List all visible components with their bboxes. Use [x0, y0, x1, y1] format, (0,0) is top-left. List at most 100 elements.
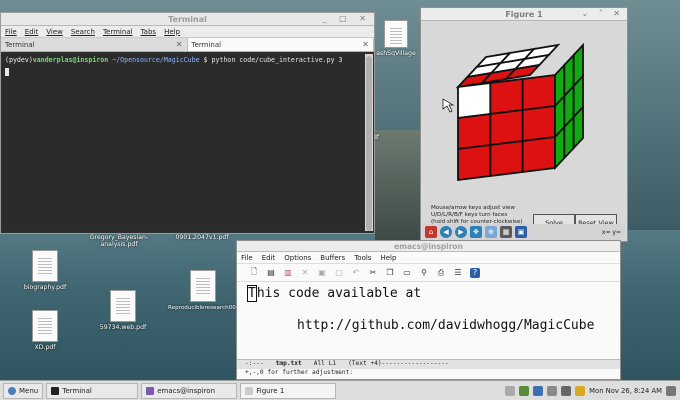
- help-icon[interactable]: ?: [470, 267, 480, 278]
- copy-icon[interactable]: ❐: [385, 268, 395, 278]
- close-buffer-icon[interactable]: ✕: [300, 268, 310, 278]
- scrollbar-thumb[interactable]: [366, 56, 372, 231]
- terminal-scrollbar[interactable]: [365, 54, 373, 231]
- save-as-icon[interactable]: ▢: [334, 268, 344, 278]
- paste-icon[interactable]: ▭: [402, 268, 412, 278]
- figure-canvas[interactable]: Mouse/arrow keys adjust view U/D/L/R/B/F…: [423, 23, 625, 235]
- figure-window[interactable]: Figure 1 ⌄ ˄ ✕ Mouse/arrow keys adjust v…: [420, 7, 628, 242]
- buffer-line-1: This code available at: [247, 285, 422, 302]
- workspace-icon[interactable]: [505, 385, 516, 396]
- window-title: Terminal: [168, 15, 207, 24]
- desktop-icon-gregory[interactable]: Gregory_Bayesian-analysis.pdf: [90, 234, 148, 248]
- menu-edit[interactable]: Edit: [262, 254, 276, 262]
- new-file-icon[interactable]: 🗋: [249, 267, 259, 278]
- mouse-cursor-icon: [442, 98, 455, 113]
- zoom-icon[interactable]: ⊕: [485, 226, 497, 238]
- cube-front-sticker: [489, 77, 524, 116]
- terminal-tabs: Terminal ✕ Terminal ✕: [1, 38, 374, 52]
- buffer-line-1-rest: his code available at: [256, 286, 422, 301]
- network-icon[interactable]: [533, 385, 544, 396]
- desktop-icon-village[interactable]: ashSqVillage: [372, 20, 420, 57]
- back-arrow-icon[interactable]: ◀: [440, 226, 452, 238]
- preferences-icon[interactable]: ☰: [453, 268, 463, 278]
- terminal-screen[interactable]: (pydev)vanderplas@inspiron ~/Opensource/…: [3, 54, 364, 231]
- open-directory-icon[interactable]: ▥: [283, 268, 293, 278]
- menu-help[interactable]: Help: [380, 254, 396, 262]
- menu-file[interactable]: File: [5, 28, 17, 36]
- terminal-cursor: [5, 68, 9, 76]
- update-icon[interactable]: [575, 385, 586, 396]
- undo-icon[interactable]: ↶: [351, 268, 361, 278]
- cut-icon[interactable]: ✂: [368, 268, 378, 278]
- menu-file[interactable]: File: [241, 254, 253, 262]
- emacs-minibuffer[interactable]: +,-,0 for further adjustment:: [237, 369, 620, 379]
- cursor-coordinates: x= y=: [601, 229, 621, 236]
- menu-help[interactable]: Help: [164, 28, 180, 36]
- desktop-icon-biography[interactable]: biography.pdf: [18, 250, 72, 291]
- tab-terminal-1[interactable]: Terminal ✕: [1, 38, 187, 51]
- menu-view[interactable]: View: [46, 28, 63, 36]
- menu-terminal[interactable]: Terminal: [103, 28, 133, 36]
- tab-terminal-2[interactable]: Terminal ✕: [186, 38, 374, 51]
- emacs-buffer[interactable]: This code available at http://github.com…: [241, 283, 616, 359]
- emacs-window[interactable]: emacs@inspiron File Edit Options Buffers…: [236, 240, 621, 380]
- shutdown-icon[interactable]: [666, 385, 676, 396]
- cube-front-sticker: [457, 81, 492, 120]
- menu-tabs[interactable]: Tabs: [141, 28, 157, 36]
- print-icon[interactable]: ⎙: [436, 268, 446, 278]
- task-terminal[interactable]: Terminal: [46, 382, 139, 399]
- figure-titlebar[interactable]: Figure 1 ⌄ ˄ ✕: [421, 8, 627, 21]
- pdf-file-icon: [32, 310, 58, 342]
- close-tab-icon[interactable]: ✕: [176, 40, 183, 49]
- desktop-icon-59734[interactable]: 59734.web.pdf: [96, 290, 150, 331]
- pan-icon[interactable]: ✥: [470, 226, 482, 238]
- buffer-line-2: http://github.com/davidwhogg/MagicCube: [297, 318, 595, 333]
- home-icon[interactable]: ⌂: [425, 226, 437, 238]
- menu-buffers[interactable]: Buffers: [320, 254, 345, 262]
- rubiks-cube-plot[interactable]: [423, 23, 625, 193]
- bluetooth-icon[interactable]: [547, 385, 558, 396]
- menu-tools[interactable]: Tools: [354, 254, 371, 262]
- close-tab-icon[interactable]: ✕: [362, 40, 369, 49]
- file-icon: [384, 20, 408, 48]
- configure-subplots-icon[interactable]: ▦: [500, 226, 512, 238]
- task-emacs[interactable]: emacs@inspiron: [141, 382, 238, 399]
- search-icon[interactable]: ⚲: [419, 268, 429, 278]
- desktop-icon-reproducible[interactable]: Reproducibleresearch00000001.pdf: [168, 270, 268, 311]
- menu-options[interactable]: Options: [284, 254, 311, 262]
- terminal-icon: [51, 386, 60, 395]
- desktop-icon-0901[interactable]: 0901.2047v1.pdf: [170, 234, 234, 241]
- desktop-icon-xd[interactable]: XD.pdf: [18, 310, 72, 351]
- cube-front-sticker: [457, 143, 492, 182]
- desktop-icon-label: ashSqVillage: [376, 50, 416, 57]
- clock[interactable]: Mon Nov 26, 8:24 AM: [589, 387, 662, 395]
- cube-front-sticker: [521, 104, 556, 143]
- start-menu-button[interactable]: Menu: [3, 382, 44, 399]
- cube-front-sticker: [457, 112, 492, 151]
- forward-arrow-icon[interactable]: ▶: [455, 226, 467, 238]
- desktop-icon-label: XD.pdf: [34, 344, 56, 351]
- modeline-prefix: -:---: [245, 360, 264, 367]
- system-tray: Mon Nov 26, 8:24 AM: [505, 385, 680, 396]
- taskbar: Menu Terminal emacs@inspiron Figure 1 Mo…: [0, 380, 680, 400]
- terminal-window[interactable]: Terminal _ □ ✕ File Edit View Search Ter…: [0, 12, 375, 234]
- battery-icon[interactable]: [519, 385, 530, 396]
- task-figure[interactable]: Figure 1: [240, 382, 337, 399]
- prompt-env: (pydev): [5, 56, 33, 64]
- terminal-command: python code/cube_interactive.py 3: [211, 56, 343, 64]
- volume-icon[interactable]: [561, 385, 572, 396]
- window-controls[interactable]: _ □ ✕: [323, 14, 371, 23]
- menu-label: Menu: [19, 386, 39, 395]
- terminal-titlebar[interactable]: Terminal _ □ ✕: [1, 13, 374, 26]
- cube-front-sticker: [521, 73, 556, 112]
- menu-icon: [8, 386, 16, 395]
- open-folder-icon[interactable]: ▤: [266, 268, 276, 278]
- save-icon[interactable]: ▣: [515, 226, 527, 238]
- menu-edit[interactable]: Edit: [25, 28, 39, 36]
- emacs-titlebar[interactable]: emacs@inspiron: [237, 241, 620, 252]
- instruction-line: Mouse/arrow keys adjust view: [431, 205, 515, 211]
- window-controls[interactable]: ⌄ ˄ ✕: [582, 9, 625, 18]
- menu-search[interactable]: Search: [71, 28, 95, 36]
- save-icon[interactable]: ▣: [317, 268, 327, 278]
- tab-label: Terminal: [5, 41, 35, 49]
